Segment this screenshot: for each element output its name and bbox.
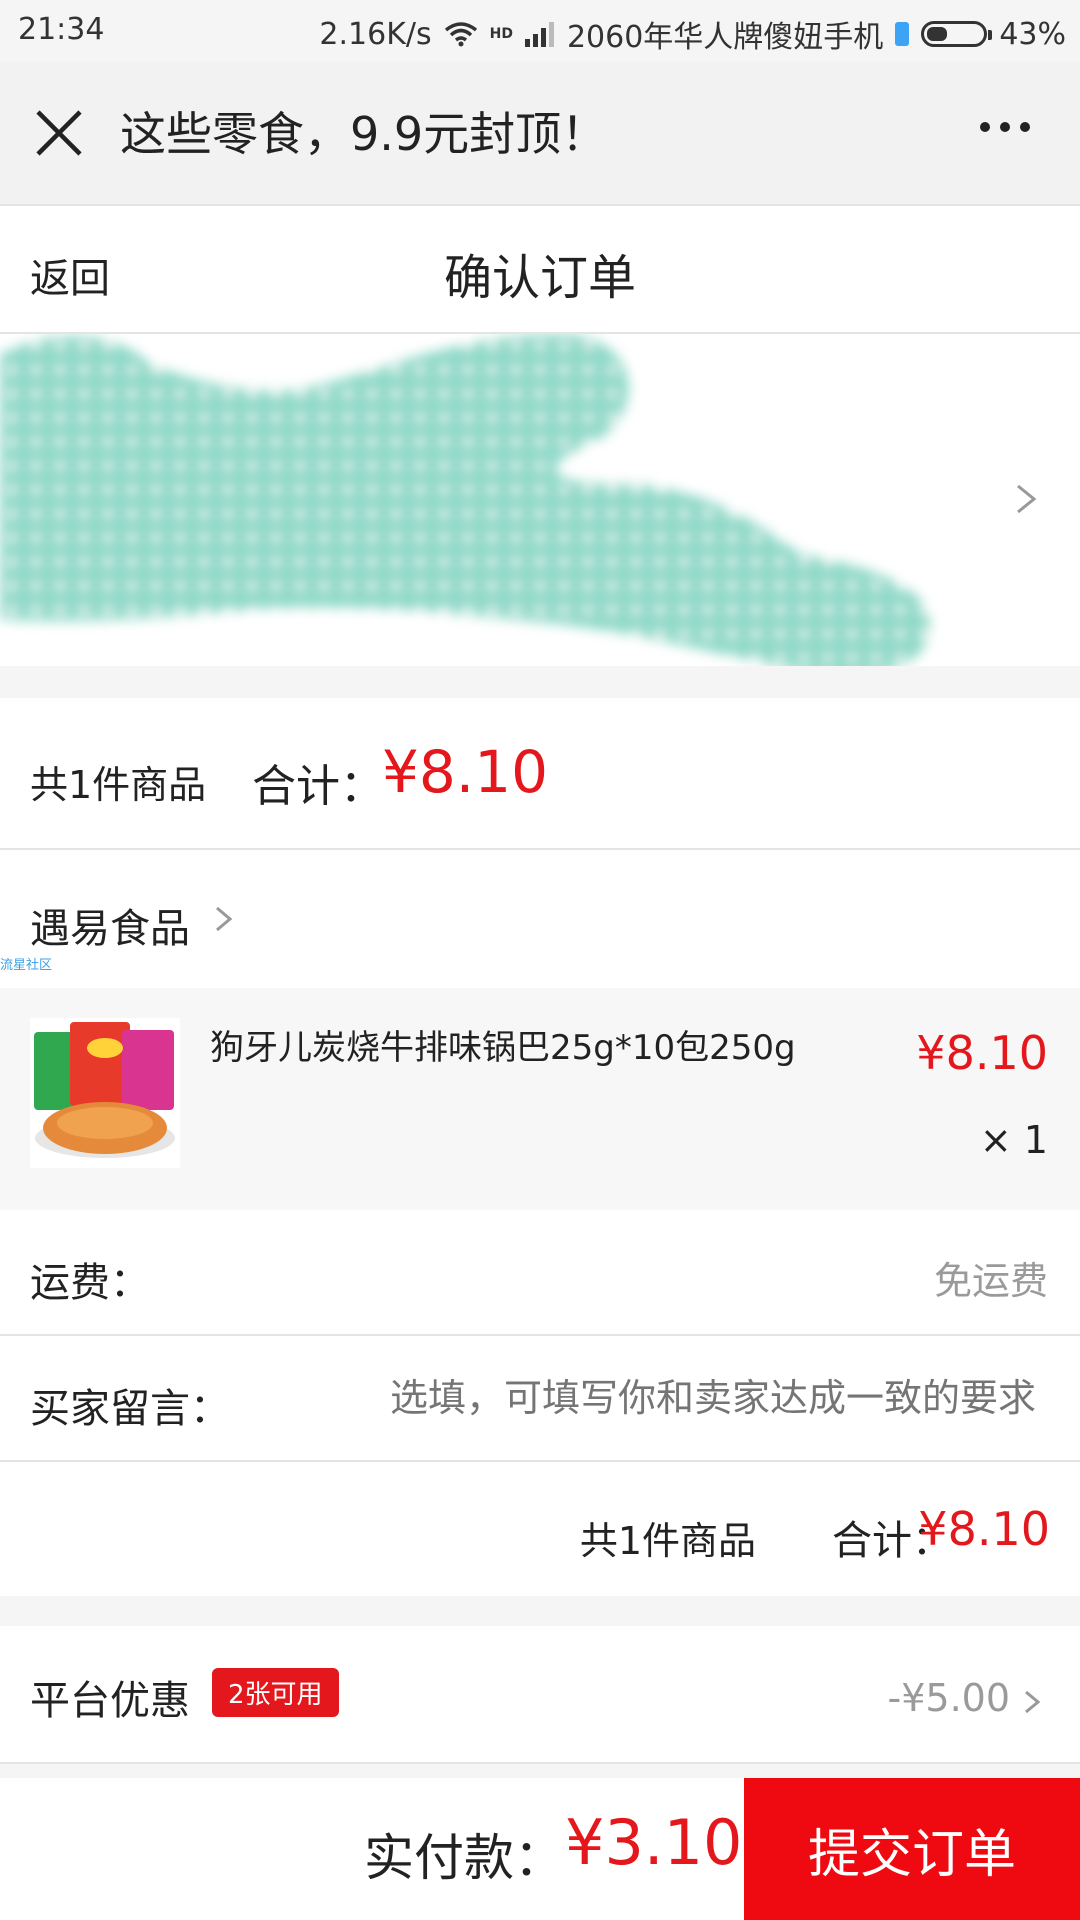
subtotal-row: 共1件商品 合计： ¥8.10 xyxy=(0,1462,1080,1596)
platform-discount-label: 平台优惠 xyxy=(30,1678,190,1724)
status-time: 21:34 xyxy=(18,12,105,47)
network-speed: 2.16K/s xyxy=(319,16,432,52)
page-title: 确认订单 xyxy=(443,250,636,306)
buyer-message-row: 买家留言： xyxy=(0,1336,1080,1462)
more-icon[interactable] xyxy=(980,122,1030,132)
subtotal-item-count: 共1件商品 xyxy=(579,1519,756,1563)
pay-amount: ¥3.10 xyxy=(565,1806,743,1879)
buyer-message-label: 买家留言： xyxy=(30,1386,230,1432)
shop-name[interactable]: 遇易食品 xyxy=(30,896,190,954)
product-quantity: × 1 xyxy=(979,1118,1048,1162)
status-right: 2.16K/s HD 2060年华人牌傻妞手机 43% xyxy=(319,12,1066,56)
bottom-bar: 实付款： ¥3.10 提交订单 xyxy=(0,1778,1080,1920)
pay-label: 实付款： xyxy=(364,1829,564,1887)
phone-icon xyxy=(895,22,910,46)
app-bar: 这些零食，9.9元封顶！ xyxy=(0,62,1080,206)
carrier-name: 2060年华人牌傻妞手机 xyxy=(566,20,884,55)
battery-icon xyxy=(921,21,993,47)
shop-row[interactable]: 遇易食品 流星社区 xyxy=(0,850,1080,988)
product-item[interactable]: 狗牙儿炭烧牛排味锅巴25g*10包250g ¥8.10 × 1 xyxy=(0,988,1080,1210)
product-price: ¥8.10 xyxy=(916,1026,1048,1080)
submit-order-button[interactable]: 提交订单 xyxy=(744,1778,1080,1920)
shipping-row: 运费： 免运费 xyxy=(0,1210,1080,1336)
close-icon[interactable] xyxy=(30,104,88,162)
coupon-badge: 2张可用 xyxy=(212,1668,339,1717)
summary-total-price: ¥8.10 xyxy=(382,738,549,806)
buyer-message-input[interactable] xyxy=(336,1376,1036,1420)
redaction-mask xyxy=(0,334,930,666)
community-tag: 流星社区 xyxy=(0,958,53,973)
product-name[interactable]: 狗牙儿炭烧牛排味锅巴25g*10包250g xyxy=(210,1020,796,1069)
back-button[interactable]: 返回 xyxy=(30,246,110,304)
shipping-value: 免运费 xyxy=(933,1259,1048,1303)
platform-discount-row[interactable]: 平台优惠 2张可用 -¥5.00 xyxy=(0,1626,1080,1764)
app-title: 这些零食，9.9元封顶！ xyxy=(120,107,608,161)
order-summary: 共1件商品 合计： ¥8.10 xyxy=(0,698,1080,850)
signal-icon xyxy=(524,22,554,47)
chevron-right-icon xyxy=(216,906,233,932)
battery-percent: 43% xyxy=(999,16,1066,52)
summary-item-count: 共1件商品 xyxy=(30,763,207,807)
discount-value: -¥5.00 xyxy=(887,1676,1011,1720)
chevron-right-icon xyxy=(1025,1690,1041,1714)
product-thumbnail xyxy=(30,1018,180,1168)
status-bar: 21:34 2.16K/s HD 2060年华人牌傻妞手机 43% xyxy=(0,0,1080,62)
summary-total-label: 合计： xyxy=(252,761,384,812)
shipping-label: 运费： xyxy=(30,1260,150,1306)
address-section[interactable] xyxy=(0,334,1080,666)
wifi-icon xyxy=(444,22,477,47)
chevron-right-icon xyxy=(1017,484,1037,514)
page-header: 确认订单 返回 xyxy=(0,206,1080,334)
hd-label: HD xyxy=(489,26,513,42)
subtotal-price: ¥8.10 xyxy=(918,1502,1050,1556)
